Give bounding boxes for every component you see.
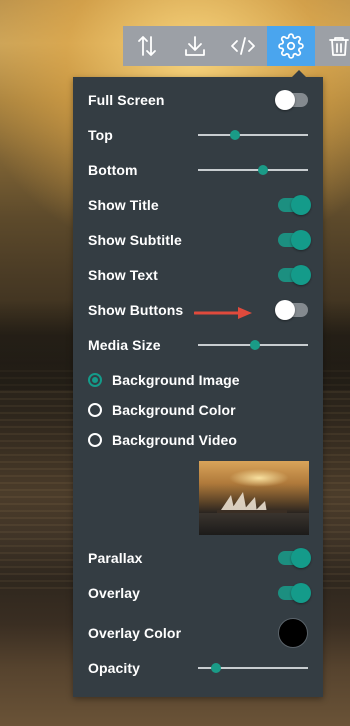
- download-icon: [185, 36, 205, 56]
- opacity-slider[interactable]: [198, 662, 308, 674]
- sort-button[interactable]: [123, 26, 171, 66]
- show-text-toggle[interactable]: [278, 265, 311, 285]
- top-row: Top: [88, 120, 308, 150]
- background-image-thumbnail[interactable]: [199, 461, 309, 535]
- parallax-label: Parallax: [88, 550, 143, 566]
- bottom-row: Bottom: [88, 155, 308, 185]
- show-title-row: Show Title: [88, 190, 311, 220]
- show-subtitle-label: Show Subtitle: [88, 232, 182, 248]
- overlay-row: Overlay: [88, 578, 311, 608]
- show-text-row: Show Text: [88, 260, 311, 290]
- full-screen-toggle[interactable]: [275, 90, 308, 110]
- full-screen-label: Full Screen: [88, 92, 165, 108]
- delete-button[interactable]: [315, 26, 350, 66]
- block-settings-panel: Full Screen Top Bottom Show Title Show S…: [73, 70, 323, 697]
- overlay-color-row: Overlay Color: [88, 613, 308, 653]
- settings-button[interactable]: [267, 26, 315, 66]
- background-color-label: Background Color: [112, 402, 236, 418]
- background-image-label: Background Image: [112, 372, 240, 388]
- parallax-toggle[interactable]: [278, 548, 311, 568]
- download-button[interactable]: [171, 26, 219, 66]
- parallax-row: Parallax: [88, 543, 311, 573]
- opacity-row: Opacity: [88, 653, 308, 683]
- show-buttons-label: Show Buttons: [88, 302, 184, 318]
- background-video-option[interactable]: Background Video: [88, 425, 308, 455]
- overlay-toggle[interactable]: [278, 583, 311, 603]
- top-slider[interactable]: [198, 129, 308, 141]
- code-icon: [231, 37, 255, 55]
- background-video-radio[interactable]: [88, 433, 102, 447]
- show-buttons-toggle[interactable]: [275, 300, 308, 320]
- bottom-label: Bottom: [88, 162, 138, 178]
- block-toolbar: [123, 26, 350, 66]
- bottom-slider[interactable]: [198, 164, 308, 176]
- background-color-option[interactable]: Background Color: [88, 395, 308, 425]
- top-label: Top: [88, 127, 113, 143]
- background-image-radio[interactable]: [88, 373, 102, 387]
- opacity-label: Opacity: [88, 660, 141, 676]
- annotation-arrow-icon: [194, 307, 252, 319]
- sort-arrows-icon: [138, 36, 156, 56]
- background-image-option[interactable]: Background Image: [88, 365, 308, 395]
- trash-icon: [329, 37, 349, 56]
- overlay-color-swatch[interactable]: [278, 618, 308, 648]
- media-size-row: Media Size: [88, 330, 308, 360]
- background-video-label: Background Video: [112, 432, 238, 448]
- opera-house-silhouette: [217, 492, 287, 513]
- show-title-toggle[interactable]: [278, 195, 311, 215]
- overlay-color-label: Overlay Color: [88, 625, 182, 641]
- media-size-label: Media Size: [88, 337, 161, 353]
- full-screen-row: Full Screen: [88, 85, 308, 115]
- background-color-radio[interactable]: [88, 403, 102, 417]
- show-subtitle-row: Show Subtitle: [88, 225, 311, 255]
- show-title-label: Show Title: [88, 197, 159, 213]
- gear-icon: [278, 33, 304, 59]
- code-button[interactable]: [219, 26, 267, 66]
- overlay-label: Overlay: [88, 585, 141, 601]
- media-size-slider[interactable]: [198, 339, 308, 351]
- show-text-label: Show Text: [88, 267, 158, 283]
- show-subtitle-toggle[interactable]: [278, 230, 311, 250]
